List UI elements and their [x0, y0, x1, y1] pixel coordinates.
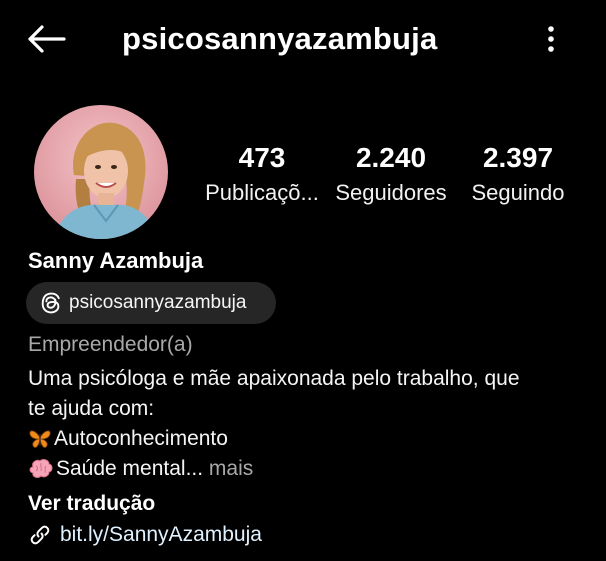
- display-name: Sanny Azambuja: [28, 248, 204, 273]
- following-value: 2.397: [482, 142, 554, 173]
- posts-value: 473: [238, 142, 286, 173]
- see-translation-button[interactable]: Ver tradução: [28, 490, 155, 518]
- posts-count[interactable]: 473 Publicaçõ...: [201, 142, 323, 206]
- following-count[interactable]: 2.397 Seguindo: [462, 142, 574, 206]
- brain-icon: [29, 459, 53, 479]
- bio-line: te ajuda com:: [28, 397, 155, 420]
- bio-more-link[interactable]: mais: [203, 457, 253, 480]
- back-button[interactable]: [24, 20, 68, 58]
- bio-line-text: Autoconhecimento: [54, 427, 228, 450]
- more-options-button[interactable]: [536, 22, 566, 56]
- profile-category: Empreendedor(a): [28, 333, 193, 356]
- link-url: bit.ly/SannyAzambuja: [60, 523, 262, 546]
- bio-line: Uma psicóloga e mãe apaixonada pelo trab…: [28, 367, 520, 390]
- bio-line-text: Saúde mental...: [56, 457, 204, 480]
- posts-label: Publicaçõ...: [205, 180, 319, 205]
- arrow-left-icon: [28, 25, 66, 53]
- more-vertical-icon: [548, 26, 554, 52]
- threads-handle: psicosannyazambuja: [69, 292, 247, 313]
- profile-link[interactable]: bit.ly/SannyAzambuja: [28, 520, 262, 550]
- profile-photo: [34, 105, 168, 239]
- followers-label: Seguidores: [335, 180, 447, 205]
- bio: Uma psicóloga e mãe apaixonada pelo trab…: [28, 364, 588, 484]
- avatar[interactable]: [34, 105, 168, 239]
- page-title: psicosannyazambuja: [122, 21, 438, 56]
- followers-count[interactable]: 2.240 Seguidores: [330, 142, 452, 206]
- following-label: Seguindo: [471, 180, 565, 205]
- threads-icon: [41, 292, 60, 314]
- threads-badge[interactable]: psicosannyazambuja: [26, 282, 276, 324]
- butterfly-icon: [29, 431, 51, 449]
- bio-line: Autoconhecimento: [28, 424, 588, 454]
- top-bar: psicosannyazambuja: [0, 0, 606, 78]
- link-icon: [30, 525, 50, 545]
- bio-line: Saúde mental... mais: [28, 454, 588, 484]
- followers-value: 2.240: [355, 142, 427, 173]
